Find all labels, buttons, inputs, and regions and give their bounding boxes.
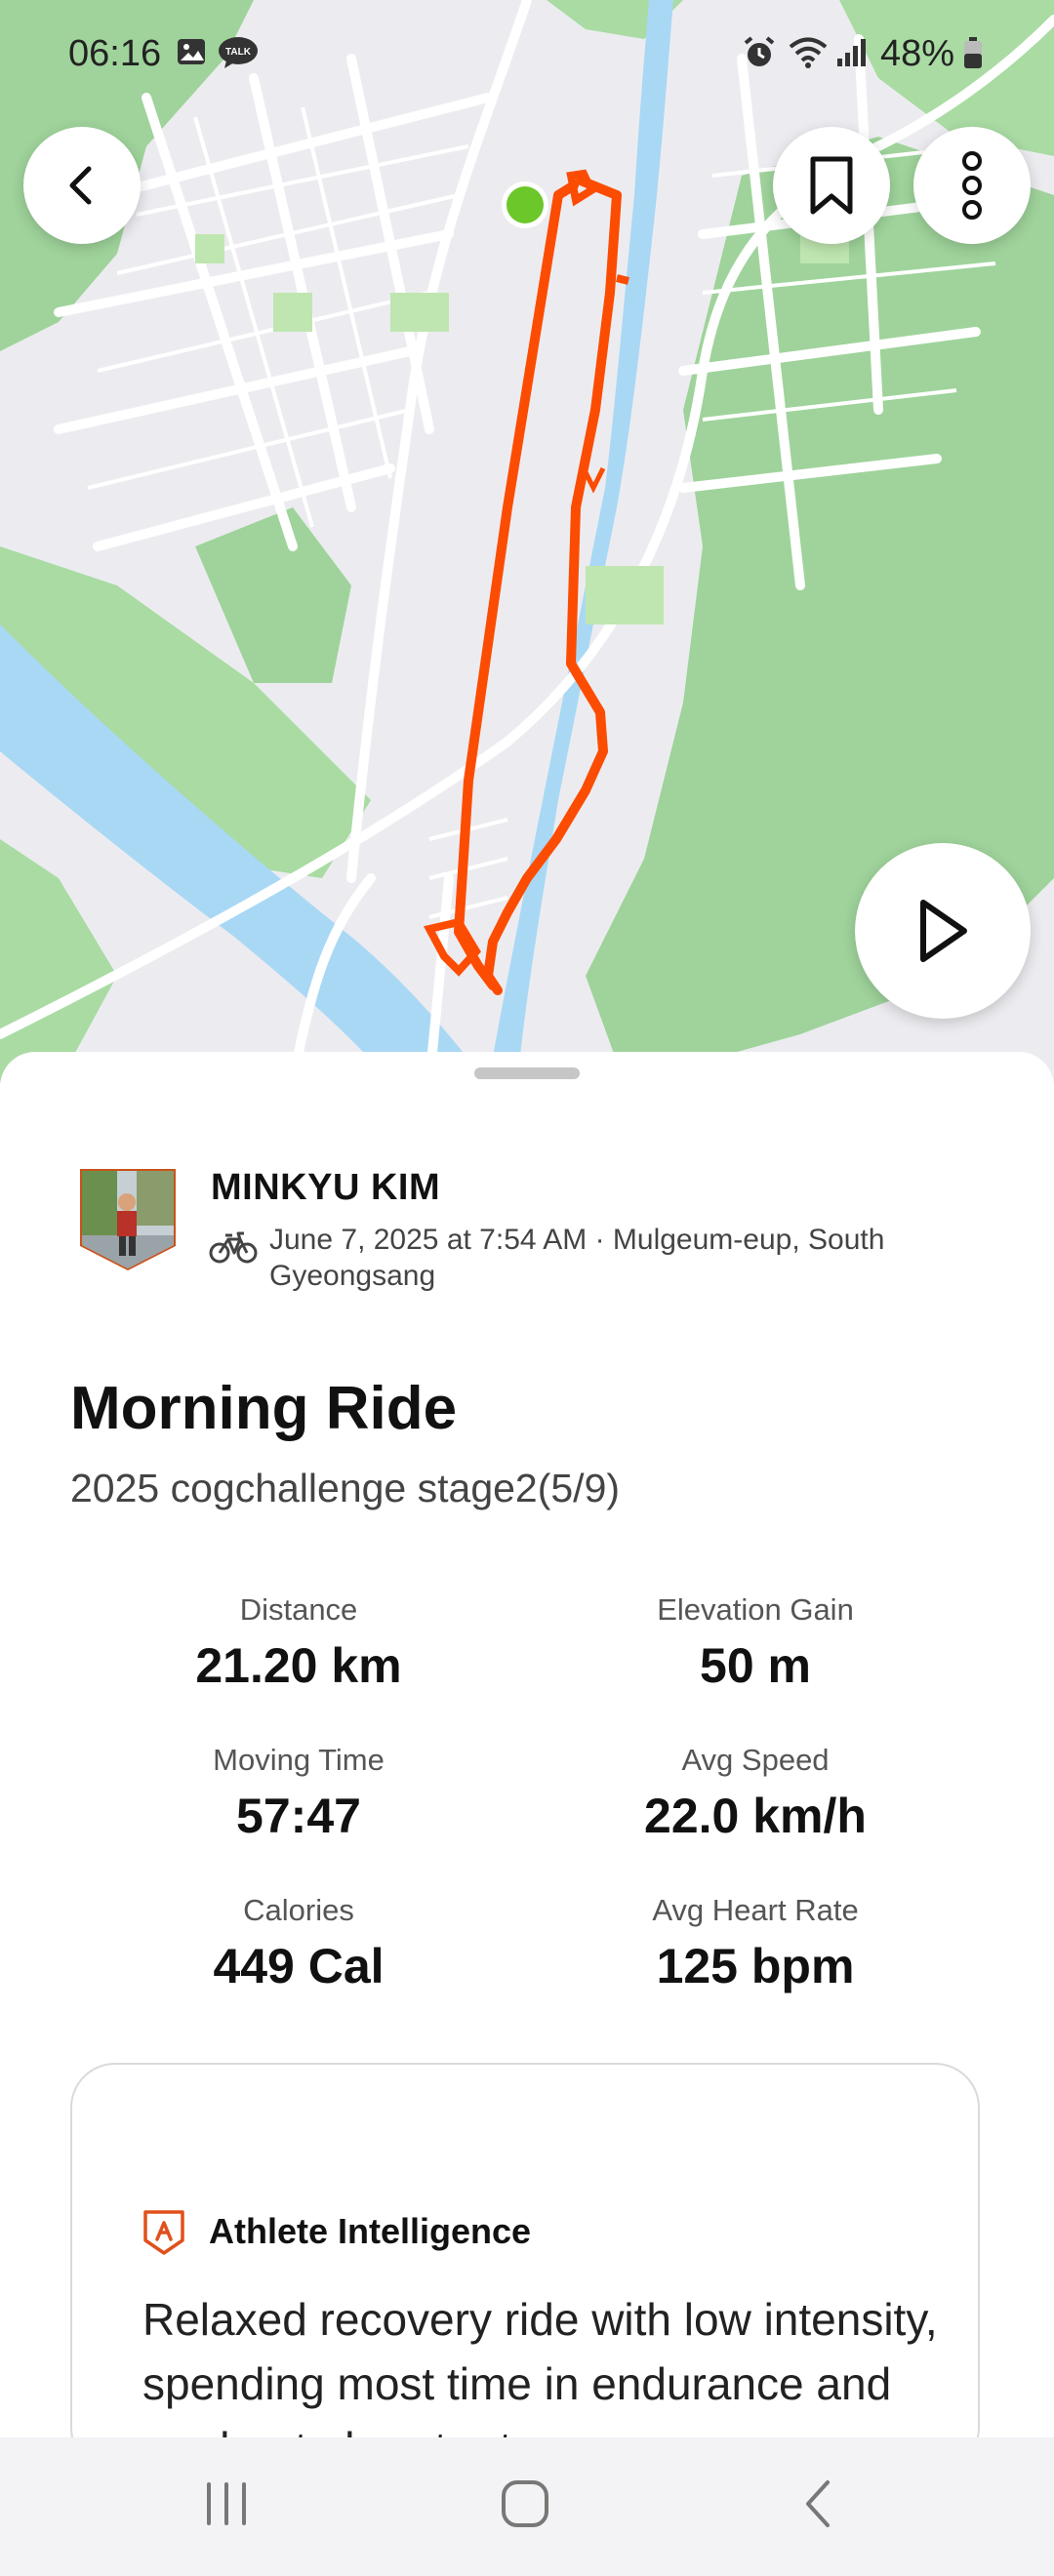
gallery-icon xyxy=(176,35,209,73)
athlete-intelligence-icon xyxy=(142,2209,185,2261)
status-bar: 06:16 TALK 48% xyxy=(0,0,1054,107)
sheet-handle[interactable] xyxy=(474,1067,580,1079)
bookmark-icon xyxy=(810,156,853,215)
more-icon xyxy=(962,151,982,220)
athlete-name[interactable]: MINKYU KIM xyxy=(211,1167,440,1209)
signal-icon xyxy=(835,35,871,75)
more-options-button[interactable] xyxy=(913,127,1031,244)
stat-avg-speed: Avg Speed 22.0 km/h xyxy=(531,1743,980,1844)
avatar[interactable] xyxy=(78,1167,178,1272)
bookmark-button[interactable] xyxy=(773,127,890,244)
activity-sheet: MINKYU KIM June 7, 2025 at 7:54 AM · Mul… xyxy=(0,1052,1054,2474)
athlete-intelligence-title: Athlete Intelligence xyxy=(209,2211,532,2251)
stat-label: Elevation Gain xyxy=(657,1592,854,1627)
back-icon xyxy=(69,166,92,205)
wifi-icon xyxy=(787,35,830,75)
stat-value: 125 bpm xyxy=(656,1939,855,1993)
nav-back-icon xyxy=(806,2480,830,2527)
stat-moving-time: Moving Time 57:47 xyxy=(74,1743,523,1844)
stat-value: 22.0 km/h xyxy=(644,1789,867,1843)
recent-apps-icon xyxy=(207,2482,246,2525)
nav-back-button[interactable] xyxy=(798,2476,837,2536)
talk-icon: TALK xyxy=(217,35,260,75)
home-button[interactable] xyxy=(498,2476,552,2536)
stat-label: Avg Heart Rate xyxy=(652,1893,859,1927)
stat-label: Distance xyxy=(239,1592,358,1627)
stat-label: Moving Time xyxy=(213,1743,385,1777)
stat-value: 449 Cal xyxy=(213,1939,385,1993)
back-button[interactable] xyxy=(23,127,141,244)
alarm-icon xyxy=(742,35,777,75)
status-time: 06:16 xyxy=(68,33,162,74)
stat-value: 57:47 xyxy=(236,1789,361,1843)
start-marker xyxy=(507,186,544,223)
recent-apps-button[interactable] xyxy=(201,2476,252,2536)
stat-label: Avg Speed xyxy=(681,1743,830,1777)
home-icon xyxy=(502,2480,548,2527)
activity-title: Morning Ride xyxy=(70,1375,458,1442)
bike-icon xyxy=(209,1229,258,1269)
stat-elevation-gain: Elevation Gain 50 m xyxy=(531,1592,980,1694)
stat-value: 50 m xyxy=(700,1638,811,1693)
stat-calories: Calories 449 Cal xyxy=(74,1893,523,1994)
stat-distance: Distance 21.20 km xyxy=(74,1592,523,1694)
play-flyover-button[interactable] xyxy=(855,843,1031,1019)
athlete-intelligence-card[interactable]: Athlete Intelligence Relaxed recovery ri… xyxy=(70,2063,980,2474)
activity-meta: June 7, 2025 at 7:54 AM · Mulgeum-eup, S… xyxy=(269,1224,885,1292)
stat-value: 21.20 km xyxy=(195,1638,402,1693)
battery-percent: 48% xyxy=(880,33,955,74)
battery-icon xyxy=(962,35,984,75)
stat-label: Calories xyxy=(243,1893,354,1927)
stat-avg-heart-rate: Avg Heart Rate 125 bpm xyxy=(531,1893,980,1994)
system-nav-bar xyxy=(0,2437,1054,2576)
svg-text:TALK: TALK xyxy=(225,47,252,58)
activity-description: 2025 cogchallenge stage2(5/9) xyxy=(70,1466,621,1510)
play-icon xyxy=(920,900,967,962)
